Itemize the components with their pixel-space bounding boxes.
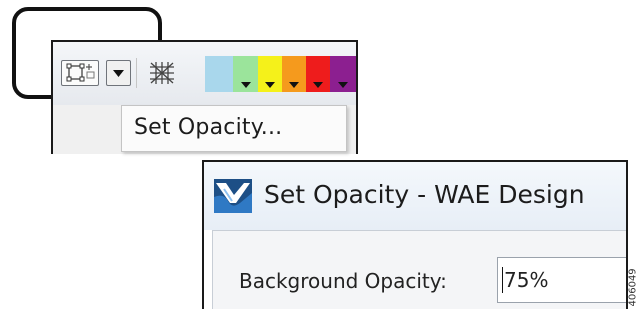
grid-icon bbox=[150, 62, 174, 84]
shape-tool-button[interactable] bbox=[61, 60, 99, 86]
toolbar-separator bbox=[136, 58, 137, 88]
dialog-title: Set Opacity - WAE Design bbox=[264, 180, 585, 209]
toolbar-snippet: Set Opacity... bbox=[51, 40, 358, 154]
color-swatch-purple[interactable] bbox=[330, 56, 356, 92]
color-swatch-light-blue[interactable] bbox=[205, 56, 233, 92]
text-caret bbox=[502, 267, 503, 293]
toolbar bbox=[53, 42, 356, 106]
dropdown-arrow-icon bbox=[338, 82, 348, 88]
color-palette bbox=[205, 56, 356, 92]
figure-id: 406049 bbox=[626, 258, 639, 308]
dropdown-arrow-icon bbox=[265, 82, 275, 88]
shape-tool-icon bbox=[66, 63, 95, 82]
color-swatch-light-green[interactable] bbox=[233, 56, 258, 92]
grid-button[interactable] bbox=[147, 59, 177, 87]
color-swatch-yellow[interactable] bbox=[258, 56, 282, 92]
context-menu: Set Opacity... bbox=[53, 105, 356, 154]
wae-design-app-icon bbox=[214, 179, 252, 213]
dropdown-arrow-icon bbox=[313, 82, 323, 88]
dropdown-arrow-icon bbox=[289, 82, 299, 88]
dialog-body: Background Opacity: bbox=[212, 230, 626, 309]
dropdown-arrow-icon bbox=[113, 70, 124, 77]
menu-item-set-opacity[interactable]: Set Opacity... bbox=[121, 105, 347, 152]
color-swatch-red[interactable] bbox=[306, 56, 330, 92]
background-opacity-input[interactable] bbox=[497, 257, 626, 303]
opacity-dropdown-button[interactable] bbox=[106, 60, 131, 86]
dialog-titlebar: Set Opacity - WAE Design bbox=[204, 162, 626, 230]
background-opacity-label: Background Opacity: bbox=[239, 269, 447, 293]
dropdown-arrow-icon bbox=[240, 82, 251, 88]
menu-item-label: Set Opacity... bbox=[134, 115, 283, 140]
figure-id-text: 406049 bbox=[627, 268, 639, 307]
color-swatch-orange[interactable] bbox=[282, 56, 306, 92]
set-opacity-dialog: Set Opacity - WAE Design Background Opac… bbox=[202, 160, 628, 309]
